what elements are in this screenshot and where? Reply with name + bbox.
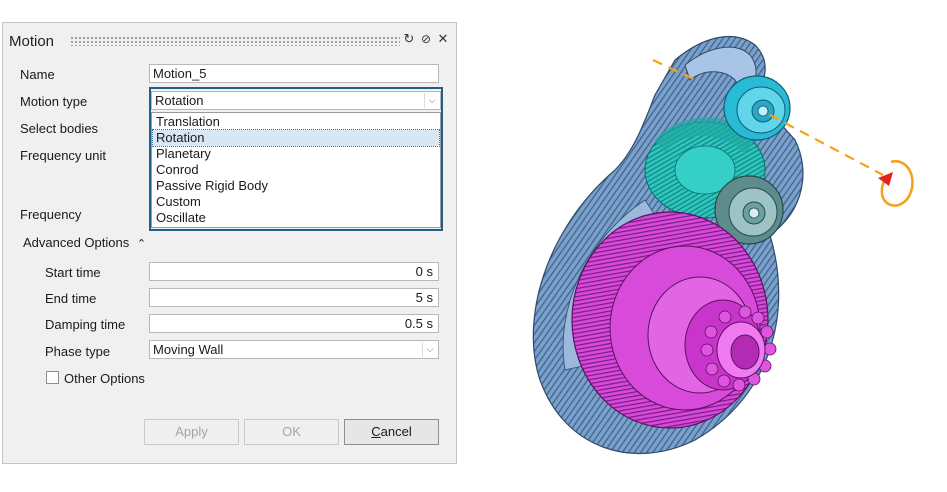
phase-type-label: Phase type <box>45 344 111 359</box>
name-field[interactable]: Motion_5 <box>149 64 439 83</box>
option-planetary[interactable]: Planetary <box>153 146 439 162</box>
option-conrod[interactable]: Conrod <box>153 162 439 178</box>
motion-type-value: Rotation <box>155 93 204 108</box>
motion-type-select[interactable]: Rotation ⌵ <box>151 91 441 110</box>
cancel-button-label: ancel <box>380 424 412 439</box>
reset-icon[interactable]: ↻ <box>402 31 416 47</box>
chevron-down-icon[interactable]: ⌵ <box>424 93 439 108</box>
help-icon[interactable]: ⊘ <box>419 31 433 47</box>
end-time-field[interactable]: 5 s <box>149 288 439 307</box>
cyan-bearing <box>723 75 791 141</box>
double-chevron-up-icon: ⌃ <box>136 238 147 250</box>
phase-type-value: Moving Wall <box>153 342 224 357</box>
gearbox-3d-viewport[interactable] <box>505 0 947 492</box>
other-options-label: Other Options <box>64 371 145 386</box>
option-translation[interactable]: Translation <box>153 114 439 130</box>
motion-type-label: Motion type <box>20 94 88 109</box>
dialog-title: Motion <box>9 33 55 50</box>
end-time-label: End time <box>45 291 97 306</box>
close-icon[interactable]: ✕ <box>436 31 450 47</box>
option-passive-rigid-body[interactable]: Passive Rigid Body <box>153 178 439 194</box>
option-rotation[interactable]: Rotation <box>152 129 440 147</box>
advanced-options-toggle[interactable]: Advanced Options ⌃ <box>23 235 146 250</box>
start-time-field[interactable]: 0 s <box>149 262 439 281</box>
frequency-label: Frequency <box>20 207 82 222</box>
damping-time-label: Damping time <box>45 317 126 332</box>
option-oscillate[interactable]: Oscillate <box>153 210 439 226</box>
motion-type-dropdown-list: Translation Rotation Planetary Conrod Pa… <box>151 112 441 228</box>
start-time-label: Start time <box>45 265 101 280</box>
option-custom[interactable]: Custom <box>153 194 439 210</box>
chevron-down-icon[interactable]: ⌵ <box>422 342 437 357</box>
name-label: Name <box>20 67 55 82</box>
phase-type-select[interactable]: Moving Wall ⌵ <box>149 340 439 359</box>
apply-button[interactable]: Apply <box>144 419 239 445</box>
damping-time-field[interactable]: 0.5 s <box>149 314 439 333</box>
other-options-checkbox[interactable] <box>46 371 59 384</box>
motion-dialog: Motion ↻ ⊘ ✕ Name Motion_5 Motion type R… <box>2 22 457 464</box>
cancel-button[interactable]: Cancel <box>344 419 439 445</box>
ok-button[interactable]: OK <box>244 419 339 445</box>
cancel-button-mnemonic: C <box>371 424 381 439</box>
drag-handle[interactable] <box>70 36 400 46</box>
select-bodies-label: Select bodies <box>20 121 99 136</box>
frequency-unit-label: Frequency unit <box>20 148 106 163</box>
advanced-options-label: Advanced Options <box>23 235 130 250</box>
